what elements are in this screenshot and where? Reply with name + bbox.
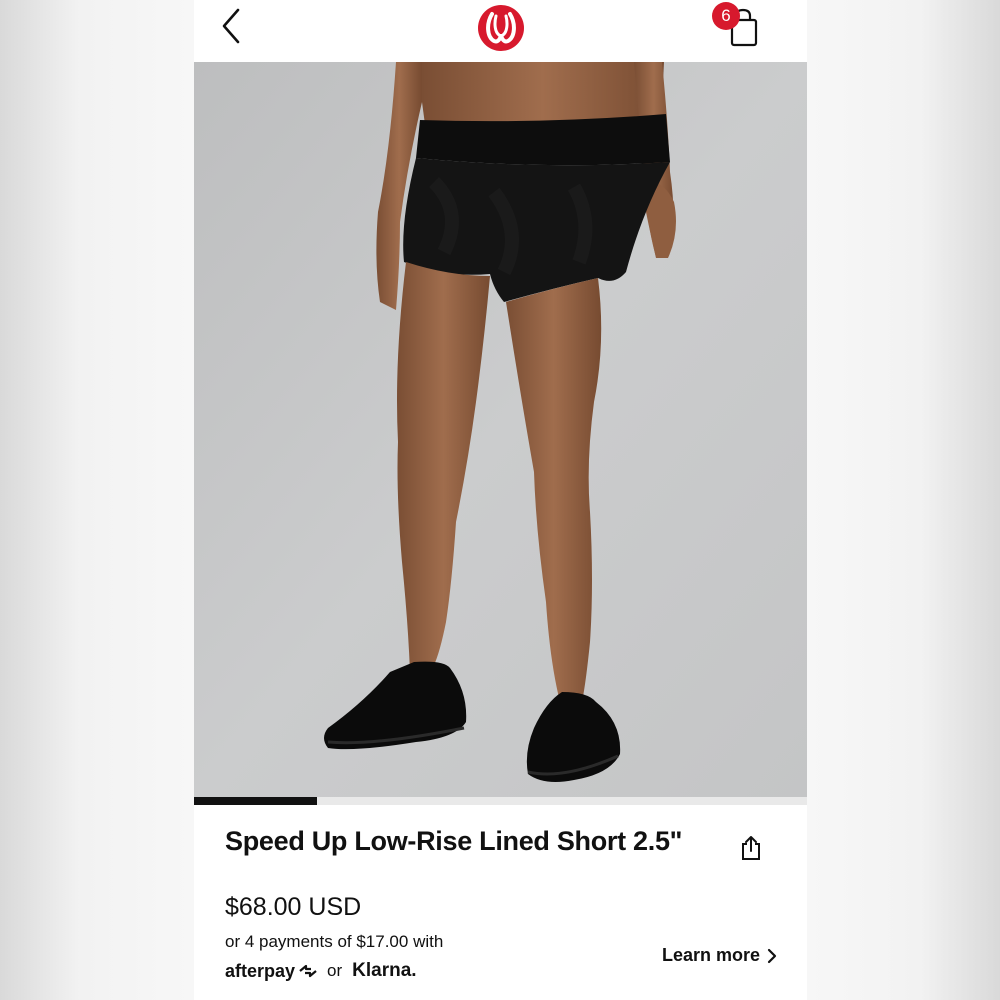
payment-options: afterpay or Klarna. [225,958,417,984]
shopping-bag-button[interactable]: 6 [708,2,768,52]
afterpay-label: afterpay [225,960,296,981]
product-page: 6 Speed Up Low-Rise Lined Short 2.5" $68… [194,0,807,1000]
chevron-left-icon [222,8,240,44]
share-button[interactable] [739,834,763,862]
back-button[interactable] [214,6,254,46]
afterpay-logo[interactable]: afterpay [225,961,319,982]
klarna-logo[interactable]: Klarna. [352,960,416,982]
gallery-progress-fill [194,797,317,805]
or-text: or [327,961,343,980]
learn-more-label: Learn more [662,945,761,965]
installments-text: or 4 payments of $17.00 with [225,932,444,951]
gallery-progress [194,797,807,805]
share-icon [742,836,760,860]
afterpay-arrows-icon [299,964,317,978]
product-image[interactable] [194,62,807,797]
product-price: $68.00 USD [225,893,362,921]
lululemon-logo[interactable] [477,4,525,52]
product-title: Speed Up Low-Rise Lined Short 2.5" [225,826,683,856]
chevron-right-icon [767,948,777,963]
top-bar: 6 [194,0,807,62]
learn-more-link[interactable]: Learn more [662,945,780,966]
cart-count-badge: 6 [712,2,740,30]
